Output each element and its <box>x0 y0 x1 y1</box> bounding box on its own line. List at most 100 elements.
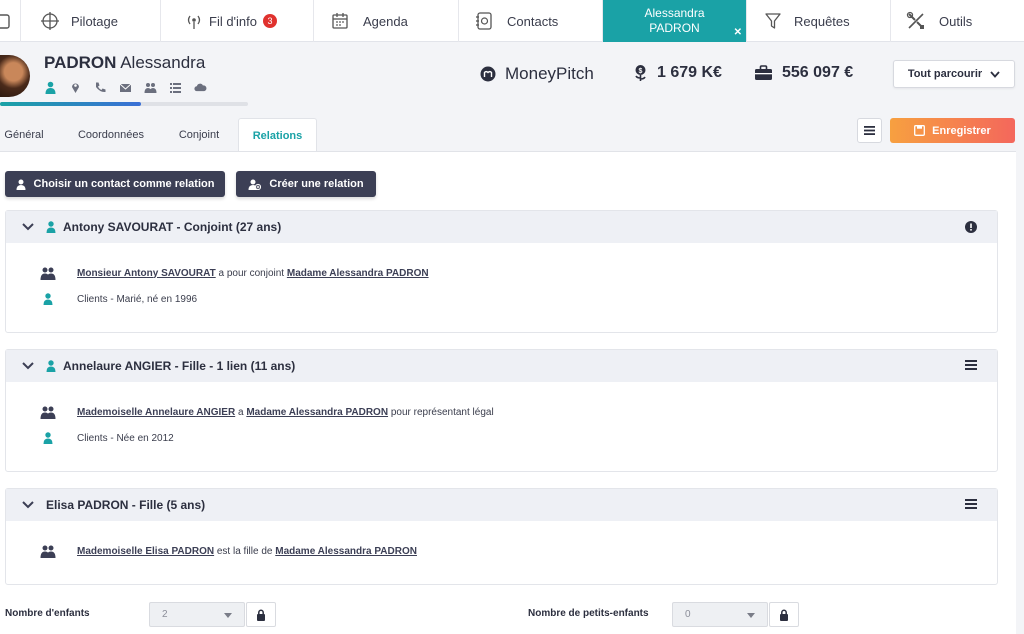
chevron-down-icon[interactable] <box>22 223 34 231</box>
chevron-down-icon[interactable] <box>22 501 34 509</box>
close-icon[interactable]: ✕ <box>734 25 742 40</box>
address-book-icon <box>473 10 495 32</box>
stat-portfolio-value: 556 097 € <box>782 64 854 81</box>
nav-item-home[interactable] <box>0 0 21 42</box>
choose-contact-button[interactable]: Choisir un contact comme relation <box>5 171 225 197</box>
relation-link-line: Monsieur Antony SAVOURAT a pour conjoint… <box>39 266 429 280</box>
calendar-icon <box>329 10 351 32</box>
stat-portfolio: 556 097 € <box>754 64 853 82</box>
group-icon <box>39 266 56 280</box>
relation-link-line: Mademoiselle Elisa PADRON est la fille d… <box>39 544 417 558</box>
contact-name: PADRON Alessandra <box>44 53 205 73</box>
mail-icon[interactable] <box>119 81 132 94</box>
relation-contact-link[interactable]: Mademoiselle Annelaure ANGIER <box>77 407 235 418</box>
group-icon <box>39 544 56 558</box>
group-icon <box>39 405 56 419</box>
svg-text:$: $ <box>639 68 643 75</box>
person-icon[interactable] <box>44 81 57 94</box>
caret-down-icon <box>224 613 232 618</box>
person-icon <box>46 221 56 233</box>
relation-card: Annelaure ANGIER - Fille - 1 lien (11 an… <box>5 349 998 472</box>
phone-icon[interactable] <box>94 81 107 94</box>
crosshair-icon <box>39 10 61 32</box>
relation-detail-line: Clients - Née en 2012 <box>39 432 174 444</box>
relation-detail-line: Clients - Marié, né en 1996 <box>39 293 197 305</box>
hamburger-icon[interactable] <box>965 360 977 370</box>
relation-contact-link[interactable]: Monsieur Antony SAVOURAT <box>77 268 216 279</box>
clipboard-icon <box>0 10 10 32</box>
contact-icons <box>44 81 207 94</box>
tab-coordonnees[interactable]: Coordonnées <box>66 118 156 152</box>
nav-item-contacts[interactable]: Contacts <box>459 0 603 42</box>
cloud-icon[interactable] <box>194 81 207 94</box>
contact-first-name: Alessandra <box>120 53 206 72</box>
tab-general[interactable]: Général <box>0 118 48 152</box>
relation-title: Elisa PADRON - Fille (5 ans) <box>46 498 206 512</box>
browse-label: Tout parcourir <box>907 68 983 80</box>
list-icon[interactable] <box>169 81 182 94</box>
moneypitch-link[interactable]: MoneyPitch <box>480 64 594 84</box>
relation-card: Elisa PADRON - Fille (5 ans) Mademoisell… <box>5 488 998 585</box>
relation-title: Antony SAVOURAT - Conjoint (27 ans) <box>63 220 282 234</box>
location-pin-icon[interactable] <box>69 81 82 94</box>
hamburger-icon[interactable] <box>965 499 977 509</box>
grandchildren-count-label: Nombre de petits-enfants <box>528 608 649 619</box>
top-nav: Pilotage Fil d'info 3 Agenda Contacts Al… <box>0 0 1024 42</box>
relation-contact-link[interactable]: Mademoiselle Elisa PADRON <box>77 546 214 557</box>
contact-last-name: PADRON <box>44 53 117 72</box>
options-menu-button[interactable] <box>857 118 882 143</box>
relation-card: Antony SAVOURAT - Conjoint (27 ans) Mons… <box>5 210 998 333</box>
grandchildren-count-value: 0 <box>685 609 691 620</box>
relation-card-header[interactable]: Elisa PADRON - Fille (5 ans) <box>6 489 997 521</box>
alert-icon[interactable] <box>965 221 977 233</box>
tab-relations[interactable]: Relations <box>238 118 317 152</box>
caret-down-icon <box>747 613 755 618</box>
stat-wealth-value: 1 679 K€ <box>657 64 722 81</box>
nav-item-requetes[interactable]: Requêtes <box>747 0 891 42</box>
hamburger-icon <box>864 126 875 135</box>
save-button[interactable]: Enregistrer <box>890 118 1015 143</box>
relation-title: Annelaure ANGIER - Fille - 1 lien (11 an… <box>63 359 296 373</box>
save-label: Enregistrer <box>932 124 991 137</box>
relation-text: a pour conjoint <box>215 267 287 279</box>
lock-icon <box>779 609 789 621</box>
browse-dropdown[interactable]: Tout parcourir <box>893 60 1015 88</box>
profile-progress-bar <box>0 102 248 106</box>
children-count-select[interactable]: 2 <box>149 602 245 627</box>
choose-contact-label: Choisir un contact comme relation <box>33 178 215 190</box>
chevron-down-icon[interactable] <box>22 362 34 370</box>
grandchildren-count-select[interactable]: 0 <box>672 602 768 627</box>
relation-text-end: pour représentant légal <box>388 406 494 418</box>
stat-wealth: $ 1 679 K€ <box>633 64 722 82</box>
relation-detail: Clients - Marié, né en 1996 <box>77 293 198 305</box>
nav-item-outils[interactable]: Outils <box>891 0 1024 42</box>
chevron-down-icon <box>990 70 1000 78</box>
children-lock-button[interactable] <box>246 602 276 627</box>
relation-card-header[interactable]: Antony SAVOURAT - Conjoint (27 ans) <box>6 211 997 243</box>
person-icon <box>46 360 56 372</box>
nav-label: Requêtes <box>794 13 850 29</box>
nav-item-current-contact[interactable]: Alessandra PADRON ✕ <box>603 0 747 42</box>
nav-active-label-line2: PADRON <box>649 21 700 35</box>
person-icon <box>16 179 26 190</box>
person-icon <box>39 432 56 444</box>
nav-label: Fil d'info <box>209 13 258 29</box>
relation-card-header[interactable]: Annelaure ANGIER - Fille - 1 lien (11 an… <box>6 350 997 382</box>
children-count-label: Nombre d'enfants <box>5 608 90 619</box>
nav-item-fil-info[interactable]: Fil d'info 3 <box>161 0 314 42</box>
relation-contact-link[interactable]: Madame Alessandra PADRON <box>275 546 417 557</box>
relation-link-line: Mademoiselle Annelaure ANGIER a Madame A… <box>39 405 494 419</box>
create-relation-button[interactable]: Créer une relation <box>236 171 376 197</box>
group-icon[interactable] <box>144 81 157 94</box>
nav-item-pilotage[interactable]: Pilotage <box>21 0 161 42</box>
relation-contact-link[interactable]: Madame Alessandra PADRON <box>246 407 388 418</box>
money-plant-icon: $ <box>633 64 648 82</box>
grandchildren-lock-button[interactable] <box>769 602 799 627</box>
nav-label: Pilotage <box>71 13 118 29</box>
relation-contact-link[interactable]: Madame Alessandra PADRON <box>287 268 429 279</box>
nav-item-agenda[interactable]: Agenda <box>314 0 459 42</box>
filter-icon <box>762 10 784 32</box>
create-relation-label: Créer une relation <box>269 178 364 190</box>
person-icon <box>39 293 56 305</box>
tab-conjoint[interactable]: Conjoint <box>170 118 228 152</box>
